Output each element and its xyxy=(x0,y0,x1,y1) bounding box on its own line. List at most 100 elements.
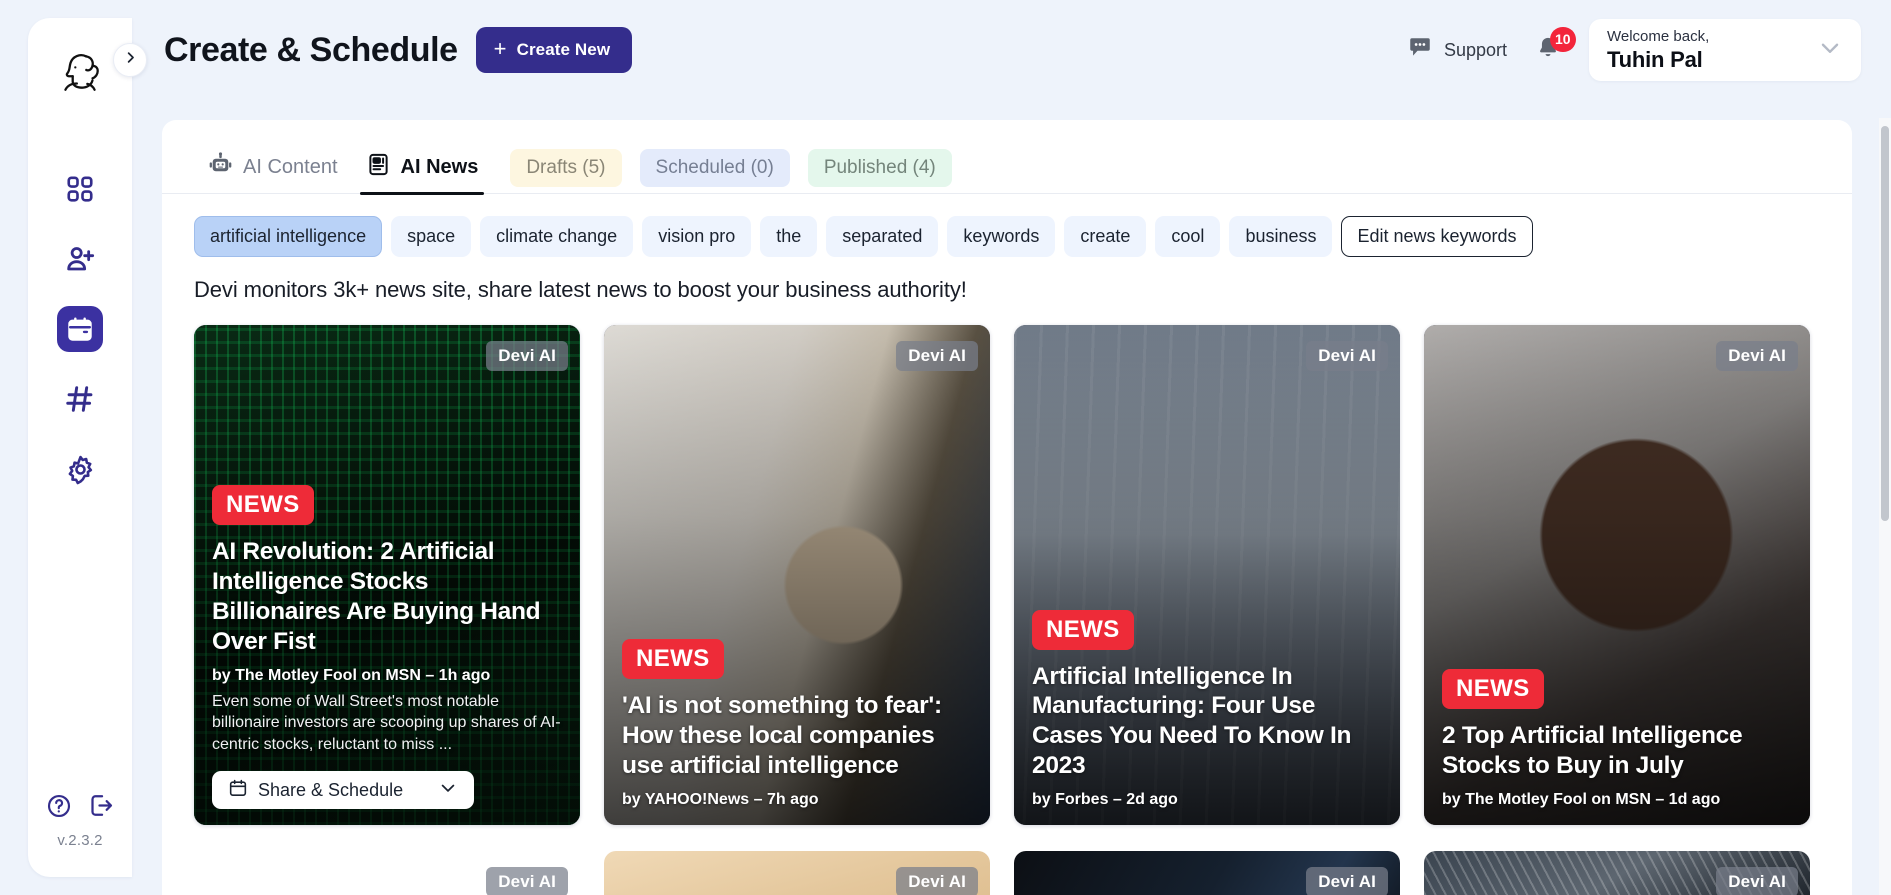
sidebar-bottom: v.2.3.2 xyxy=(46,792,115,849)
news-tag: NEWS xyxy=(212,485,314,526)
sidebar-item-settings[interactable] xyxy=(57,446,103,492)
tab-label: Published (4) xyxy=(823,156,936,178)
robot-icon xyxy=(208,152,233,183)
plus-icon: + xyxy=(493,36,507,61)
user-plus-icon xyxy=(64,243,96,275)
card-body: NEWS 'AI is not something to fear': How … xyxy=(604,639,990,825)
tab-bar: AI Content AI News Drafts (5) Scheduled … xyxy=(162,120,1852,195)
devi-ai-badge: Devi AI xyxy=(1716,341,1798,371)
devi-ai-badge: Devi AI xyxy=(896,867,978,895)
keyword-chip-create[interactable]: create xyxy=(1064,216,1147,257)
devi-ai-badge: Devi AI xyxy=(1306,867,1388,895)
card-byline: by Forbes – 2d ago xyxy=(1032,791,1178,808)
news-card-grid: Devi AI NEWS AI Revolution: 2 Artificial… xyxy=(162,303,1852,825)
news-doc-icon xyxy=(366,152,391,183)
card-title: AI Revolution: 2 Artificial Intelligence… xyxy=(212,538,541,655)
devi-ai-badge: Devi AI xyxy=(1716,867,1798,895)
tab-ai-news[interactable]: AI News xyxy=(352,142,493,195)
page-title: Create & Schedule xyxy=(164,30,458,69)
app-version: v.2.3.2 xyxy=(57,832,103,849)
notifications-button[interactable]: 10 xyxy=(1535,26,1576,67)
news-card[interactable]: Devi AI xyxy=(194,851,580,895)
sidebar: v.2.3.2 xyxy=(28,18,132,877)
user-menu[interactable]: Welcome back, Tuhin Pal xyxy=(1589,19,1861,81)
create-new-label: Create New xyxy=(516,40,611,59)
news-card[interactable]: Devi AI NEWS 2 Top Artificial Intelligen… xyxy=(1424,325,1810,825)
calendar-icon xyxy=(228,778,248,803)
tab-label: Scheduled (0) xyxy=(655,156,774,178)
sidebar-item-keywords[interactable] xyxy=(57,376,103,422)
devi-avatar-logo[interactable] xyxy=(53,44,107,98)
tab-ai-content[interactable]: AI Content xyxy=(194,142,352,194)
card-byline: by The Motley Fool on MSN – 1d ago xyxy=(1442,791,1721,808)
card-body: NEWS Artificial Intelligence In Manufact… xyxy=(1014,609,1400,826)
keyword-chip-vision-pro[interactable]: vision pro xyxy=(642,216,752,257)
chevron-right-icon xyxy=(123,50,138,70)
keyword-chip-business[interactable]: business xyxy=(1229,216,1333,257)
logout-icon[interactable] xyxy=(88,792,115,824)
news-card[interactable]: Devi AI xyxy=(604,851,990,895)
card-title: Artificial Intelligence In Manufacturing… xyxy=(1032,662,1352,780)
keyword-chip-keywords[interactable]: keywords xyxy=(947,216,1056,257)
chevron-down-icon xyxy=(1817,35,1843,66)
edit-news-keywords-button[interactable]: Edit news keywords xyxy=(1341,216,1533,257)
tab-drafts[interactable]: Drafts (5) xyxy=(510,148,622,187)
sidebar-item-create-schedule[interactable] xyxy=(57,306,103,352)
card-excerpt: Even some of Wall Street's most notable … xyxy=(212,692,561,753)
panel-subtitle: Devi monitors 3k+ news site, share lates… xyxy=(194,277,967,302)
page-scrollbar-thumb[interactable] xyxy=(1881,126,1889,521)
news-tag: NEWS xyxy=(1442,669,1544,710)
support-button[interactable]: Support xyxy=(1407,35,1507,66)
sidebar-collapse-toggle[interactable] xyxy=(113,43,147,77)
share-and-schedule-button[interactable]: Share & Schedule xyxy=(212,771,474,809)
keyword-chip-separated[interactable]: separated xyxy=(826,216,939,257)
support-label: Support xyxy=(1443,39,1507,60)
share-button-label: Share & Schedule xyxy=(258,779,404,800)
card-body: NEWS AI Revolution: 2 Artificial Intelli… xyxy=(194,485,580,825)
top-header: Create & Schedule + Create New Support 1… xyxy=(132,0,1891,100)
devi-ai-badge: Devi AI xyxy=(896,341,978,371)
sidebar-item-dashboard[interactable] xyxy=(57,166,103,212)
keyword-chip-cool[interactable]: cool xyxy=(1155,216,1221,257)
user-name: Tuhin Pal xyxy=(1607,46,1703,72)
news-card[interactable]: Devi AI xyxy=(1014,851,1400,895)
sidebar-nav xyxy=(57,166,103,492)
tab-scheduled[interactable]: Scheduled (0) xyxy=(639,148,790,187)
keyword-chip-the[interactable]: the xyxy=(760,216,818,257)
news-card[interactable]: Devi AI NEWS 'AI is not something to fea… xyxy=(604,325,990,825)
card-byline: by The Motley Fool on MSN – 1h ago xyxy=(212,666,491,684)
keyword-chip-climate-change[interactable]: climate change xyxy=(480,216,634,257)
card-title: 'AI is not something to fear': How these… xyxy=(622,692,942,780)
keyword-chip-list: artificial intelligence space climate ch… xyxy=(162,194,1852,257)
calendar-icon xyxy=(66,315,94,343)
help-circle-icon[interactable] xyxy=(46,793,72,824)
gear-icon xyxy=(65,454,96,485)
news-card[interactable]: Devi AI NEWS Artificial Intelligence In … xyxy=(1014,325,1400,825)
sidebar-item-leads[interactable] xyxy=(57,236,103,282)
grid-icon xyxy=(65,174,95,204)
notification-count-badge: 10 xyxy=(1550,26,1576,52)
devi-ai-badge: Devi AI xyxy=(486,341,568,371)
devi-ai-badge: Devi AI xyxy=(486,867,568,895)
chat-bubble-icon xyxy=(1407,35,1433,66)
news-tag: NEWS xyxy=(1032,609,1134,650)
chevron-down-icon xyxy=(438,778,458,803)
tab-label: Drafts (5) xyxy=(526,156,606,178)
tab-published[interactable]: Published (4) xyxy=(807,148,952,187)
devi-ai-badge: Devi AI xyxy=(1306,341,1388,371)
card-title: 2 Top Artificial Intelligence Stocks to … xyxy=(1442,722,1743,780)
hash-icon xyxy=(64,383,96,415)
tab-label: AI News xyxy=(400,156,479,178)
main-panel: AI Content AI News Drafts (5) Scheduled … xyxy=(162,120,1852,895)
news-tag: NEWS xyxy=(622,639,724,680)
welcome-label: Welcome back, xyxy=(1607,27,1710,45)
tab-label: AI Content xyxy=(243,156,338,178)
keyword-chip-artificial-intelligence[interactable]: artificial intelligence xyxy=(194,216,383,257)
news-card[interactable]: Devi AI xyxy=(1424,851,1810,895)
card-byline: by YAHOO!News – 7h ago xyxy=(622,791,819,808)
card-body: NEWS 2 Top Artificial Intelligence Stock… xyxy=(1424,669,1810,825)
news-card[interactable]: Devi AI NEWS AI Revolution: 2 Artificial… xyxy=(194,325,580,825)
create-new-button[interactable]: + Create New xyxy=(475,27,633,73)
header-actions: Support 10 Welcome back, Tuhin Pal xyxy=(1407,19,1861,81)
keyword-chip-space[interactable]: space xyxy=(391,216,472,257)
